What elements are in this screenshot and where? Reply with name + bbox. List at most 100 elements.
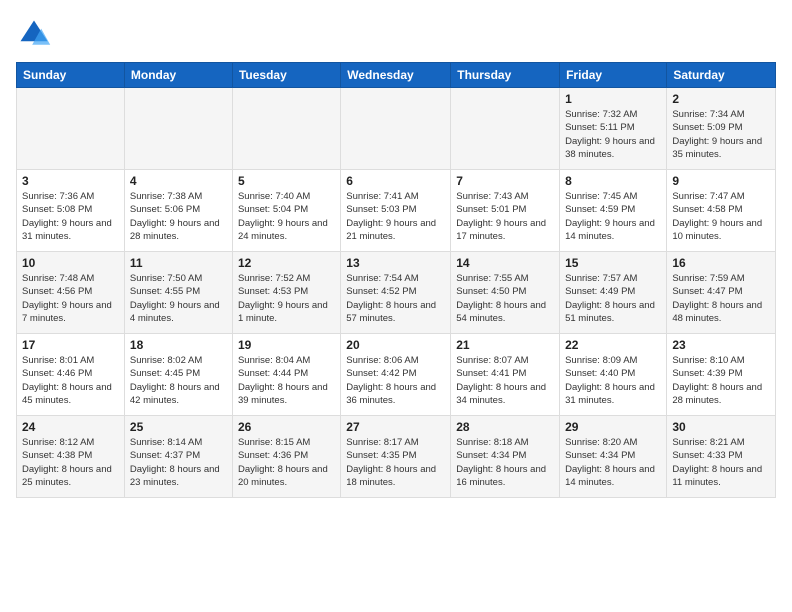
weekday-thursday: Thursday xyxy=(451,63,560,88)
calendar-cell: 16 Sunrise: 7:59 AM Sunset: 4:47 PM Dayli… xyxy=(667,252,776,334)
day-info: Sunrise: 8:04 AM Sunset: 4:44 PM Dayligh… xyxy=(238,354,335,407)
calendar-cell: 9 Sunrise: 7:47 AM Sunset: 4:58 PM Daylig… xyxy=(667,170,776,252)
day-number: 15 xyxy=(565,256,661,270)
calendar-cell: 17 Sunrise: 8:01 AM Sunset: 4:46 PM Dayli… xyxy=(17,334,125,416)
day-number: 22 xyxy=(565,338,661,352)
weekday-header-row: SundayMondayTuesdayWednesdayThursdayFrid… xyxy=(17,63,776,88)
day-number: 17 xyxy=(22,338,119,352)
weekday-tuesday: Tuesday xyxy=(232,63,340,88)
calendar-cell: 26 Sunrise: 8:15 AM Sunset: 4:36 PM Dayli… xyxy=(232,416,340,498)
week-row-1: 1 Sunrise: 7:32 AM Sunset: 5:11 PM Daylig… xyxy=(17,88,776,170)
day-number: 3 xyxy=(22,174,119,188)
day-number: 25 xyxy=(130,420,227,434)
day-info: Sunrise: 7:48 AM Sunset: 4:56 PM Dayligh… xyxy=(22,272,119,325)
calendar-cell: 5 Sunrise: 7:40 AM Sunset: 5:04 PM Daylig… xyxy=(232,170,340,252)
day-info: Sunrise: 8:20 AM Sunset: 4:34 PM Dayligh… xyxy=(565,436,661,489)
day-info: Sunrise: 7:57 AM Sunset: 4:49 PM Dayligh… xyxy=(565,272,661,325)
calendar-cell xyxy=(451,88,560,170)
calendar-cell: 22 Sunrise: 8:09 AM Sunset: 4:40 PM Dayli… xyxy=(560,334,667,416)
calendar-cell: 3Sunrise: 7:36 AM Sunset: 5:08 PM Daylig… xyxy=(17,170,125,252)
calendar-cell: 27 Sunrise: 8:17 AM Sunset: 4:35 PM Dayli… xyxy=(341,416,451,498)
week-row-3: 10 Sunrise: 7:48 AM Sunset: 4:56 PM Dayli… xyxy=(17,252,776,334)
calendar-cell: 8 Sunrise: 7:45 AM Sunset: 4:59 PM Daylig… xyxy=(560,170,667,252)
calendar-cell: 13 Sunrise: 7:54 AM Sunset: 4:52 PM Dayli… xyxy=(341,252,451,334)
day-info: Sunrise: 7:45 AM Sunset: 4:59 PM Dayligh… xyxy=(565,190,661,243)
day-info: Sunrise: 7:50 AM Sunset: 4:55 PM Dayligh… xyxy=(130,272,227,325)
calendar-cell: 19 Sunrise: 8:04 AM Sunset: 4:44 PM Dayli… xyxy=(232,334,340,416)
calendar-cell: 1 Sunrise: 7:32 AM Sunset: 5:11 PM Daylig… xyxy=(560,88,667,170)
header xyxy=(16,16,776,52)
day-info: Sunrise: 8:17 AM Sunset: 4:35 PM Dayligh… xyxy=(346,436,445,489)
day-number: 12 xyxy=(238,256,335,270)
calendar-cell: 20 Sunrise: 8:06 AM Sunset: 4:42 PM Dayli… xyxy=(341,334,451,416)
calendar-cell: 25Sunrise: 8:14 AM Sunset: 4:37 PM Dayli… xyxy=(124,416,232,498)
day-info: Sunrise: 8:10 AM Sunset: 4:39 PM Dayligh… xyxy=(672,354,770,407)
day-number: 19 xyxy=(238,338,335,352)
calendar-cell: 14Sunrise: 7:55 AM Sunset: 4:50 PM Dayli… xyxy=(451,252,560,334)
day-number: 18 xyxy=(130,338,227,352)
day-info: Sunrise: 7:34 AM Sunset: 5:09 PM Dayligh… xyxy=(672,108,770,161)
day-info: Sunrise: 8:09 AM Sunset: 4:40 PM Dayligh… xyxy=(565,354,661,407)
day-number: 29 xyxy=(565,420,661,434)
day-number: 4 xyxy=(130,174,227,188)
day-number: 26 xyxy=(238,420,335,434)
day-info: Sunrise: 8:12 AM Sunset: 4:38 PM Dayligh… xyxy=(22,436,119,489)
day-info: Sunrise: 7:38 AM Sunset: 5:06 PM Dayligh… xyxy=(130,190,227,243)
day-info: Sunrise: 7:54 AM Sunset: 4:52 PM Dayligh… xyxy=(346,272,445,325)
day-number: 5 xyxy=(238,174,335,188)
day-number: 21 xyxy=(456,338,554,352)
logo xyxy=(16,16,56,52)
day-info: Sunrise: 7:52 AM Sunset: 4:53 PM Dayligh… xyxy=(238,272,335,325)
weekday-saturday: Saturday xyxy=(667,63,776,88)
day-info: Sunrise: 8:18 AM Sunset: 4:34 PM Dayligh… xyxy=(456,436,554,489)
calendar-cell: 18 Sunrise: 8:02 AM Sunset: 4:45 PM Dayli… xyxy=(124,334,232,416)
weekday-sunday: Sunday xyxy=(17,63,125,88)
calendar-cell: 28 Sunrise: 8:18 AM Sunset: 4:34 PM Dayli… xyxy=(451,416,560,498)
weekday-wednesday: Wednesday xyxy=(341,63,451,88)
day-number: 16 xyxy=(672,256,770,270)
calendar-table: SundayMondayTuesdayWednesdayThursdayFrid… xyxy=(16,62,776,498)
calendar-cell: 30 Sunrise: 8:21 AM Sunset: 4:33 PM Dayli… xyxy=(667,416,776,498)
day-number: 28 xyxy=(456,420,554,434)
logo-icon xyxy=(16,16,52,52)
day-number: 10 xyxy=(22,256,119,270)
week-row-2: 3Sunrise: 7:36 AM Sunset: 5:08 PM Daylig… xyxy=(17,170,776,252)
calendar-cell xyxy=(341,88,451,170)
day-number: 1 xyxy=(565,92,661,106)
day-number: 2 xyxy=(672,92,770,106)
calendar-cell: 29 Sunrise: 8:20 AM Sunset: 4:34 PM Dayli… xyxy=(560,416,667,498)
calendar-cell: 4 Sunrise: 7:38 AM Sunset: 5:06 PM Daylig… xyxy=(124,170,232,252)
day-number: 6 xyxy=(346,174,445,188)
calendar-cell: 6Sunrise: 7:41 AM Sunset: 5:03 PM Daylig… xyxy=(341,170,451,252)
calendar-cell: 23 Sunrise: 8:10 AM Sunset: 4:39 PM Dayli… xyxy=(667,334,776,416)
day-info: Sunrise: 7:47 AM Sunset: 4:58 PM Dayligh… xyxy=(672,190,770,243)
day-info: Sunrise: 8:01 AM Sunset: 4:46 PM Dayligh… xyxy=(22,354,119,407)
day-number: 24 xyxy=(22,420,119,434)
calendar-cell: 11 Sunrise: 7:50 AM Sunset: 4:55 PM Dayli… xyxy=(124,252,232,334)
day-info: Sunrise: 8:02 AM Sunset: 4:45 PM Dayligh… xyxy=(130,354,227,407)
day-info: Sunrise: 7:40 AM Sunset: 5:04 PM Dayligh… xyxy=(238,190,335,243)
day-info: Sunrise: 8:07 AM Sunset: 4:41 PM Dayligh… xyxy=(456,354,554,407)
day-number: 27 xyxy=(346,420,445,434)
day-number: 11 xyxy=(130,256,227,270)
day-info: Sunrise: 7:59 AM Sunset: 4:47 PM Dayligh… xyxy=(672,272,770,325)
calendar-cell: 12 Sunrise: 7:52 AM Sunset: 4:53 PM Dayli… xyxy=(232,252,340,334)
day-info: Sunrise: 8:06 AM Sunset: 4:42 PM Dayligh… xyxy=(346,354,445,407)
weekday-monday: Monday xyxy=(124,63,232,88)
day-number: 14 xyxy=(456,256,554,270)
day-info: Sunrise: 8:15 AM Sunset: 4:36 PM Dayligh… xyxy=(238,436,335,489)
calendar-cell xyxy=(232,88,340,170)
day-number: 9 xyxy=(672,174,770,188)
day-number: 13 xyxy=(346,256,445,270)
calendar-cell: 15 Sunrise: 7:57 AM Sunset: 4:49 PM Dayli… xyxy=(560,252,667,334)
day-number: 20 xyxy=(346,338,445,352)
day-info: Sunrise: 7:32 AM Sunset: 5:11 PM Dayligh… xyxy=(565,108,661,161)
calendar-cell: 24 Sunrise: 8:12 AM Sunset: 4:38 PM Dayli… xyxy=(17,416,125,498)
day-number: 30 xyxy=(672,420,770,434)
day-number: 7 xyxy=(456,174,554,188)
page: SundayMondayTuesdayWednesdayThursdayFrid… xyxy=(0,0,792,508)
day-info: Sunrise: 8:21 AM Sunset: 4:33 PM Dayligh… xyxy=(672,436,770,489)
day-number: 8 xyxy=(565,174,661,188)
calendar-cell: 7Sunrise: 7:43 AM Sunset: 5:01 PM Daylig… xyxy=(451,170,560,252)
day-number: 23 xyxy=(672,338,770,352)
